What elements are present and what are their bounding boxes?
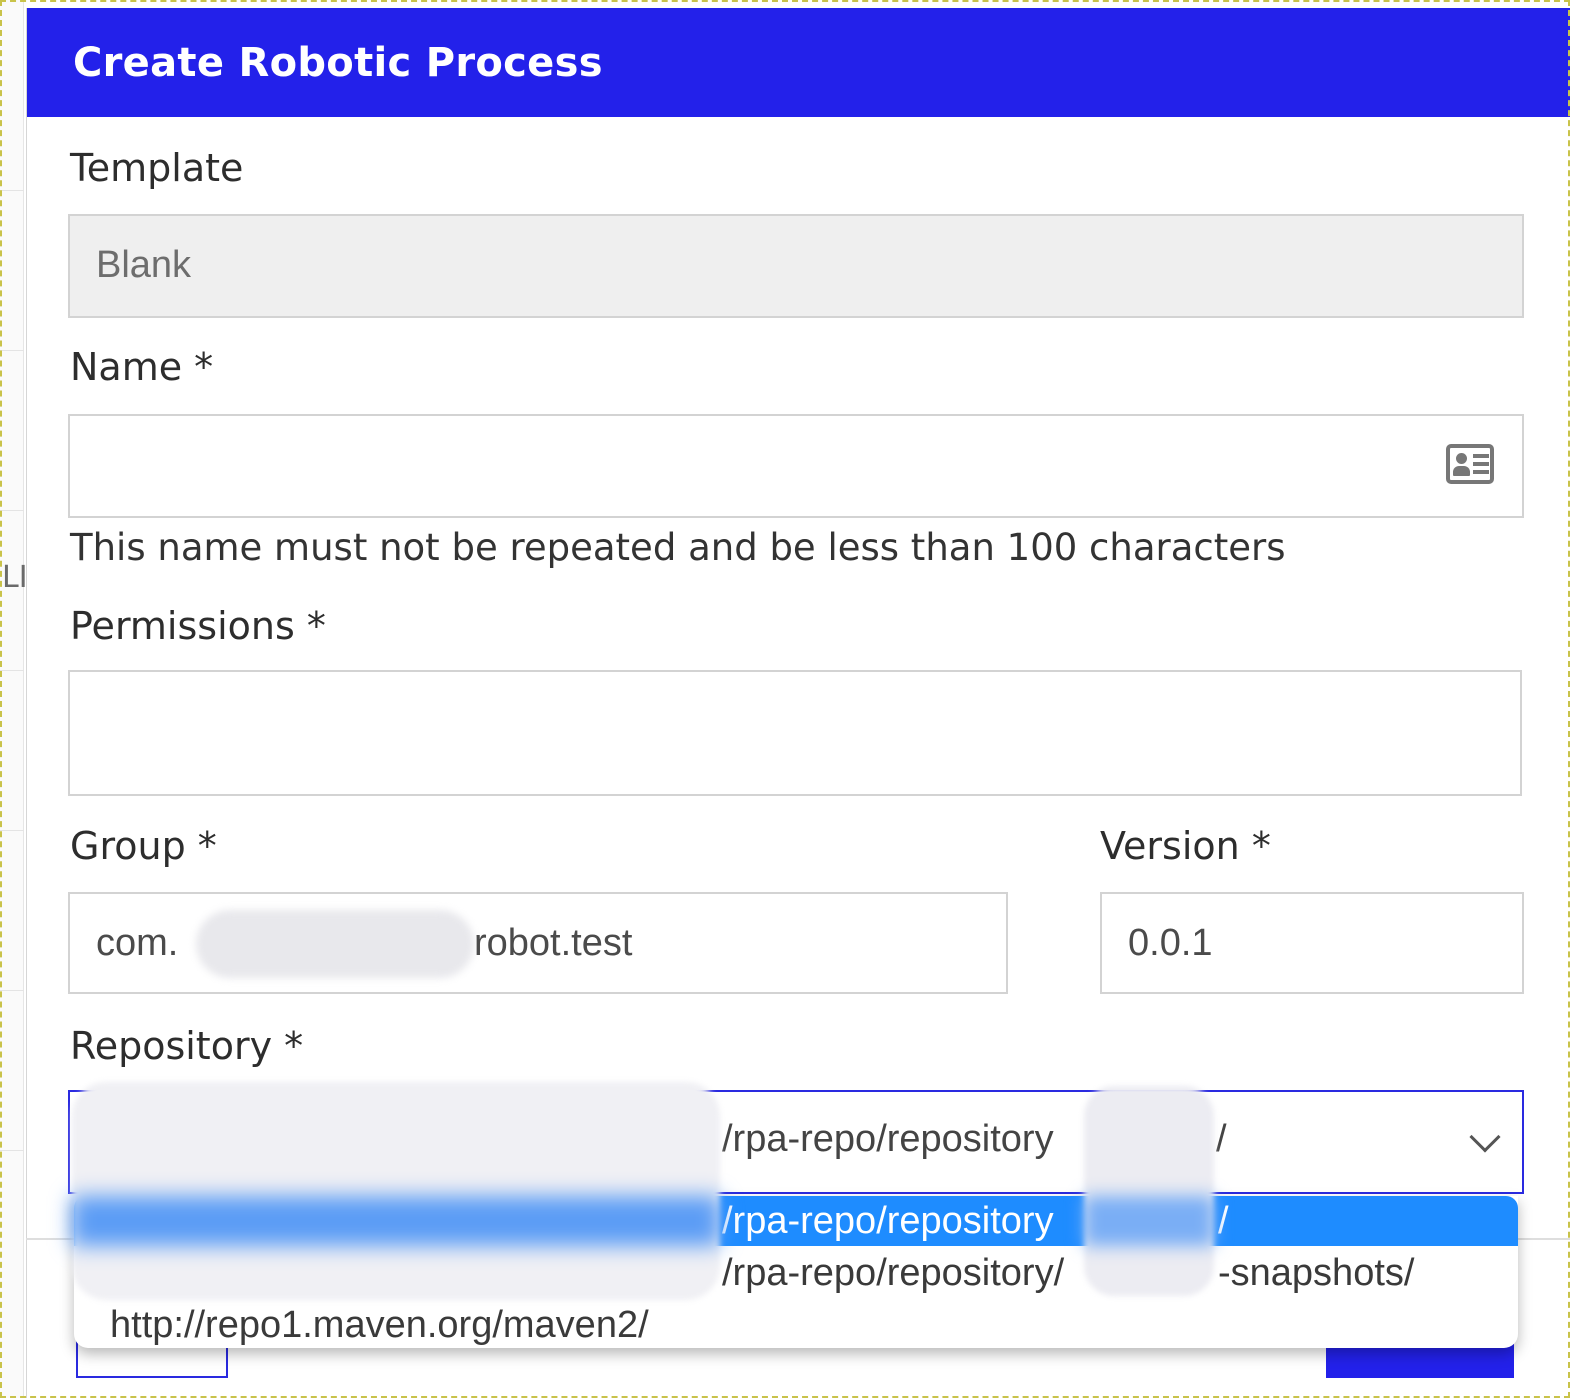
template-label: Template bbox=[70, 146, 244, 190]
name-label: Name * bbox=[70, 345, 214, 389]
dialog-title: Create Robotic Process bbox=[73, 40, 603, 86]
repository-option[interactable]: http://repo1.maven.org/maven2/ bbox=[74, 1300, 1518, 1348]
version-label: Version * bbox=[1100, 824, 1271, 868]
template-field: Blank bbox=[68, 214, 1524, 318]
repository-selected-value: /rpa-repo/repository bbox=[722, 1118, 1054, 1160]
group-value-prefix: com. bbox=[96, 922, 179, 964]
background-text-fragment: LI bbox=[2, 560, 28, 595]
permissions-input[interactable] bbox=[68, 670, 1522, 796]
contact-card-icon[interactable] bbox=[1446, 444, 1494, 484]
version-input[interactable]: 0.0.1 bbox=[1100, 892, 1524, 994]
group-input[interactable]: com. robot.test bbox=[68, 892, 1008, 994]
version-value: 0.0.1 bbox=[1128, 922, 1213, 964]
dialog-header: Create Robotic Process bbox=[27, 8, 1570, 117]
name-input[interactable] bbox=[68, 414, 1524, 518]
background-page-edge: LI bbox=[0, 0, 28, 1398]
template-value: Blank bbox=[96, 244, 192, 286]
repository-selected-trail: / bbox=[1216, 1118, 1227, 1160]
repository-label: Repository * bbox=[70, 1024, 304, 1068]
name-hint: This name must not be repeated and be le… bbox=[70, 526, 1286, 569]
chevron-down-icon[interactable] bbox=[1469, 1121, 1501, 1153]
redacted-repository-host bbox=[72, 1082, 720, 1300]
permissions-label: Permissions * bbox=[70, 604, 326, 648]
redacted-group-segment bbox=[196, 910, 474, 978]
group-label: Group * bbox=[70, 824, 217, 868]
group-value-suffix: robot.test bbox=[474, 922, 633, 964]
redacted-repository-name bbox=[1084, 1086, 1214, 1296]
